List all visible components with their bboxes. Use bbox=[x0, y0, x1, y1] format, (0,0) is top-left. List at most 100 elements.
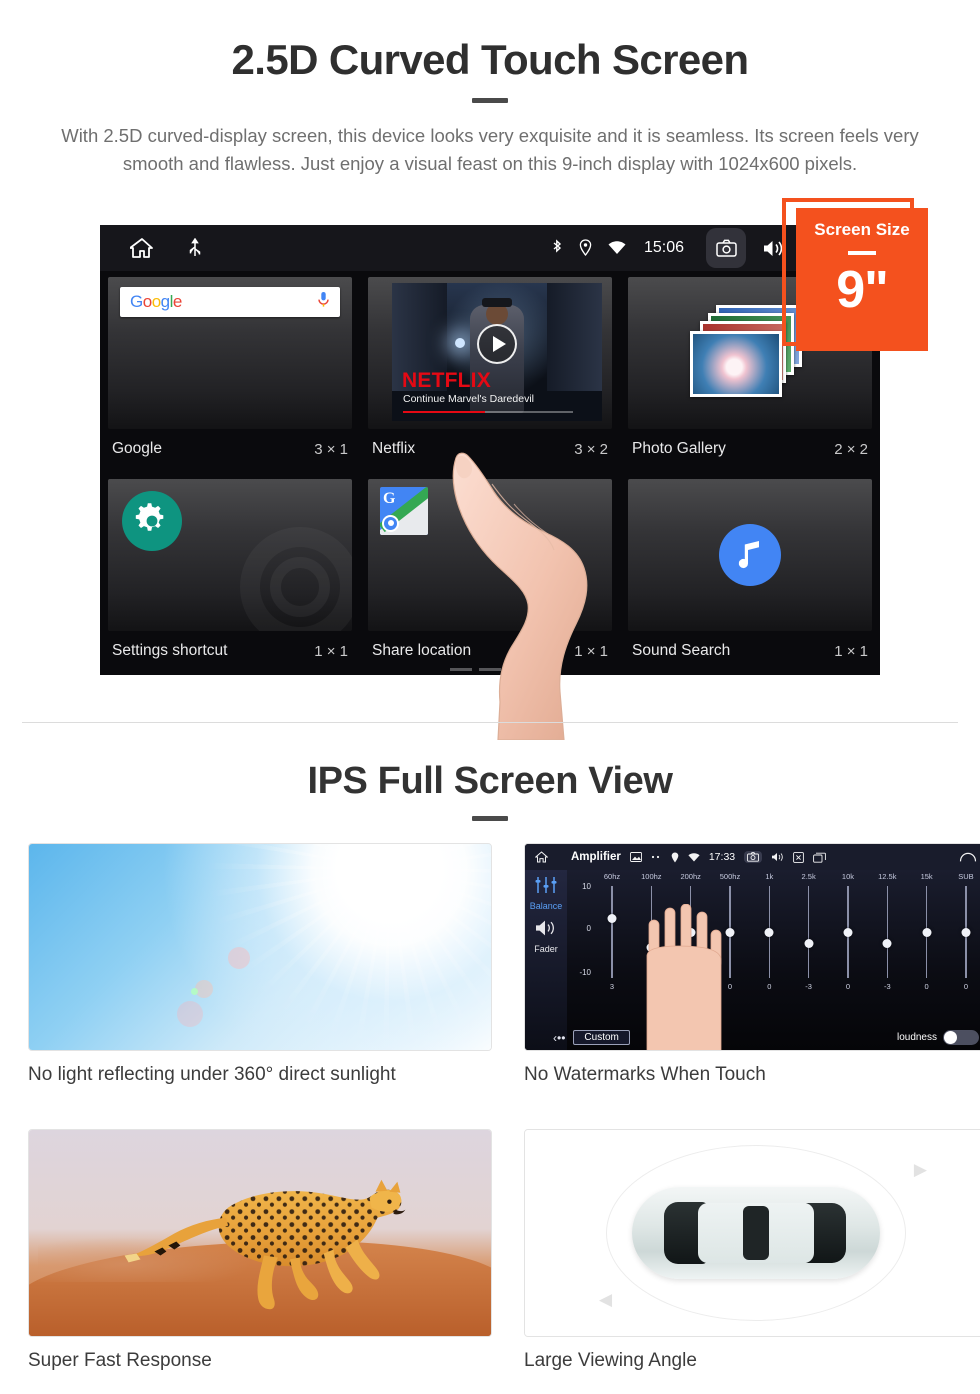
music-note-icon[interactable] bbox=[719, 524, 781, 586]
fader-speaker-icon[interactable] bbox=[525, 911, 567, 942]
google-search-bar[interactable]: Google bbox=[120, 287, 340, 317]
band-label: 100hz bbox=[641, 872, 662, 881]
location-pin-icon bbox=[671, 852, 679, 863]
camera-icon[interactable] bbox=[744, 851, 763, 863]
page-title: 2.5D Curved Touch Screen bbox=[231, 36, 750, 83]
fader-label[interactable]: Fader bbox=[525, 944, 567, 954]
band-label: 500hz bbox=[719, 872, 741, 881]
scale-bottom: -10 bbox=[579, 968, 591, 977]
volume-icon[interactable] bbox=[771, 852, 784, 862]
band-value: -3 bbox=[883, 982, 891, 991]
feature-card-grid: No light reflecting under 360° direct su… bbox=[0, 843, 980, 1372]
badge-divider bbox=[848, 251, 876, 255]
share-location-widget[interactable]: G bbox=[368, 479, 612, 631]
widget-cell-share-location[interactable]: G Share location 1 × 1 bbox=[360, 473, 620, 675]
widget-label: Share location bbox=[372, 642, 472, 659]
feature-caption: No light reflecting under 360° direct su… bbox=[28, 1064, 396, 1085]
band-value: 0 bbox=[963, 982, 969, 991]
amplifier-title: Amplifier bbox=[571, 851, 621, 863]
widget-size: 3 × 1 bbox=[314, 440, 348, 458]
status-bar-clock: 15:06 bbox=[643, 239, 684, 256]
home-icon[interactable] bbox=[130, 237, 154, 259]
camera-icon[interactable] bbox=[706, 228, 746, 268]
sun-rays bbox=[179, 844, 491, 1050]
widget-cell-google[interactable]: Google Google 3 × 1 bbox=[100, 271, 360, 473]
google-logo: Google bbox=[130, 292, 182, 311]
close-box-icon[interactable] bbox=[793, 851, 804, 863]
play-button-icon[interactable] bbox=[477, 323, 517, 364]
equalizer-band-labels: 60hz 100hz 200hz 500hz 1k 2.5k 10k 12.5k… bbox=[573, 872, 980, 881]
settings-shortcut-widget[interactable] bbox=[108, 479, 352, 631]
android-device-screenshot: 15:06 Google Google 3 × 1 NETFLIX Contin… bbox=[100, 225, 880, 675]
widget-size: 3 × 2 bbox=[574, 440, 608, 458]
feature-caption: Super Fast Response bbox=[28, 1350, 212, 1371]
product-feature-page: 2.5D Curved Touch Screen With 2.5D curve… bbox=[0, 0, 980, 1394]
rotation-arrow-left-icon: ◀ bbox=[599, 1290, 613, 1309]
loudness-label: loudness bbox=[896, 1032, 937, 1043]
loudness-toggle[interactable] bbox=[943, 1030, 979, 1045]
feature-card-viewing-angle: ▶ ◀ Large Viewing Angle bbox=[524, 1129, 980, 1372]
google-search-widget[interactable]: Google bbox=[108, 277, 352, 429]
scale-top: 10 bbox=[582, 882, 591, 891]
page-dot[interactable] bbox=[479, 668, 501, 671]
eq-slider[interactable] bbox=[599, 886, 625, 978]
eq-slider[interactable] bbox=[914, 886, 940, 978]
band-label: 2.5k bbox=[801, 872, 816, 881]
section-divider bbox=[22, 722, 958, 723]
section2-title-divider bbox=[472, 816, 508, 821]
widget-size: 1 × 1 bbox=[834, 642, 868, 660]
netflix-widget[interactable]: NETFLIX Continue Marvel's Daredevil bbox=[368, 277, 612, 429]
balance-sliders-icon[interactable] bbox=[525, 870, 567, 899]
band-label: 10k bbox=[841, 872, 855, 881]
band-value: 3 bbox=[609, 982, 615, 991]
widget-cell-netflix[interactable]: NETFLIX Continue Marvel's Daredevil Netf… bbox=[360, 271, 620, 473]
eq-slider[interactable] bbox=[796, 886, 822, 978]
eq-slider[interactable] bbox=[953, 886, 979, 978]
widget-size: 1 × 1 bbox=[314, 642, 348, 660]
sunlight-photo bbox=[28, 843, 492, 1051]
settings-gear-icon[interactable] bbox=[122, 491, 182, 551]
band-label: 200hz bbox=[680, 872, 701, 881]
sound-search-widget[interactable] bbox=[628, 479, 872, 631]
eq-slider[interactable] bbox=[756, 886, 782, 978]
microphone-icon[interactable] bbox=[317, 291, 330, 313]
page-indicator[interactable] bbox=[100, 668, 880, 671]
band-value: -3 bbox=[805, 982, 812, 991]
widget-picker-grid: Google Google 3 × 1 NETFLIX Continue Mar… bbox=[100, 271, 880, 675]
widget-cell-settings-shortcut[interactable]: Settings shortcut 1 × 1 bbox=[100, 473, 360, 675]
wifi-icon bbox=[608, 241, 626, 255]
widget-size: 2 × 2 bbox=[834, 440, 868, 458]
feature-card-row-2: Super Fast Response ▶ ◀ Large Viewing An… bbox=[0, 1129, 980, 1372]
page-dot-active[interactable] bbox=[508, 668, 530, 671]
car-illustration bbox=[632, 1187, 880, 1279]
eq-slider[interactable] bbox=[874, 886, 900, 978]
feature-card-sunlight: No light reflecting under 360° direct su… bbox=[28, 843, 492, 1086]
widget-cell-sound-search[interactable]: Sound Search 1 × 1 bbox=[620, 473, 880, 675]
back-arrow-icon[interactable] bbox=[959, 852, 977, 863]
eq-slider[interactable] bbox=[835, 886, 861, 978]
location-pin-icon bbox=[579, 239, 592, 257]
recent-apps-icon[interactable] bbox=[813, 852, 826, 863]
image-icon[interactable] bbox=[629, 852, 642, 862]
balance-label[interactable]: Balance bbox=[525, 901, 567, 911]
band-value: 0 bbox=[924, 982, 929, 991]
title-divider bbox=[472, 98, 508, 103]
wifi-icon bbox=[688, 852, 700, 862]
band-label: 15k bbox=[920, 872, 933, 881]
screen-size-badge: Screen Size 9" bbox=[796, 208, 928, 351]
usb-icon[interactable] bbox=[188, 238, 202, 258]
scale-mid: 0 bbox=[586, 924, 591, 933]
screen-size-value: 9" bbox=[836, 260, 889, 319]
home-icon[interactable] bbox=[535, 851, 548, 863]
more-dots-icon[interactable] bbox=[651, 855, 662, 859]
netflix-subtitle: Continue Marvel's Daredevil bbox=[403, 393, 534, 405]
feature-card-no-watermarks: Amplifier 17:33 Balance Fader 60hz 100hz… bbox=[524, 843, 980, 1086]
preset-button[interactable]: Custom bbox=[573, 1030, 630, 1045]
rotation-arrow-right-icon: ▶ bbox=[913, 1160, 927, 1179]
amplifier-bottom-bar: ‹•• Custom loudness bbox=[553, 1030, 979, 1045]
amplifier-status-bar: Amplifier 17:33 bbox=[525, 844, 980, 870]
band-value: 0 bbox=[767, 982, 772, 991]
page-dot[interactable] bbox=[450, 668, 472, 671]
google-maps-icon[interactable]: G bbox=[380, 487, 428, 535]
previous-preset-icon[interactable]: ‹•• bbox=[553, 1031, 565, 1045]
